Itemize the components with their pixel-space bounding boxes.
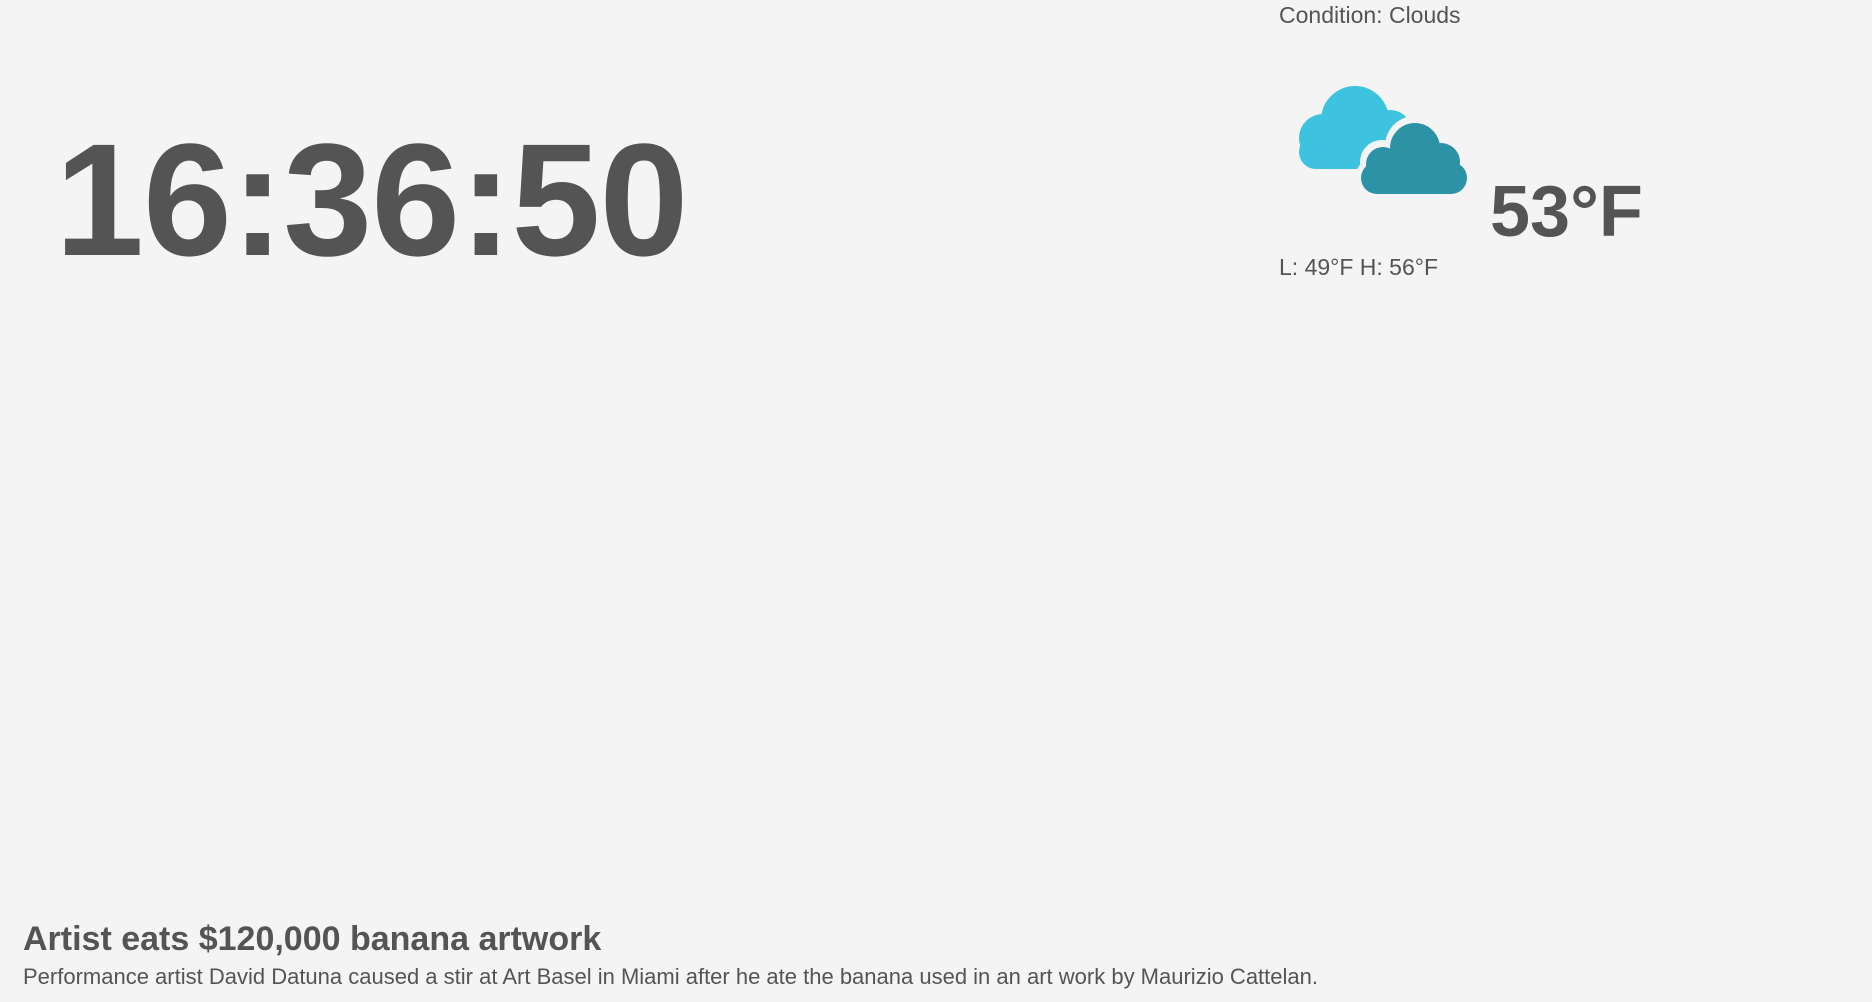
- clock-time: 16:36:50: [55, 110, 688, 289]
- weather-condition: Condition: Clouds: [1279, 2, 1461, 28]
- news-headline: Artist eats $120,000 banana artwork: [23, 920, 602, 958]
- clouds-icon: [1295, 80, 1473, 200]
- news-summary: Performance artist David Datuna caused a…: [23, 964, 1318, 989]
- temperature: 53°F: [1490, 172, 1643, 252]
- smart-mirror-screen: 16:36:50 Condition: Clouds 53°F L: 49°F …: [0, 0, 1872, 1002]
- low-high-temperature: L: 49°F H: 56°F: [1279, 254, 1439, 280]
